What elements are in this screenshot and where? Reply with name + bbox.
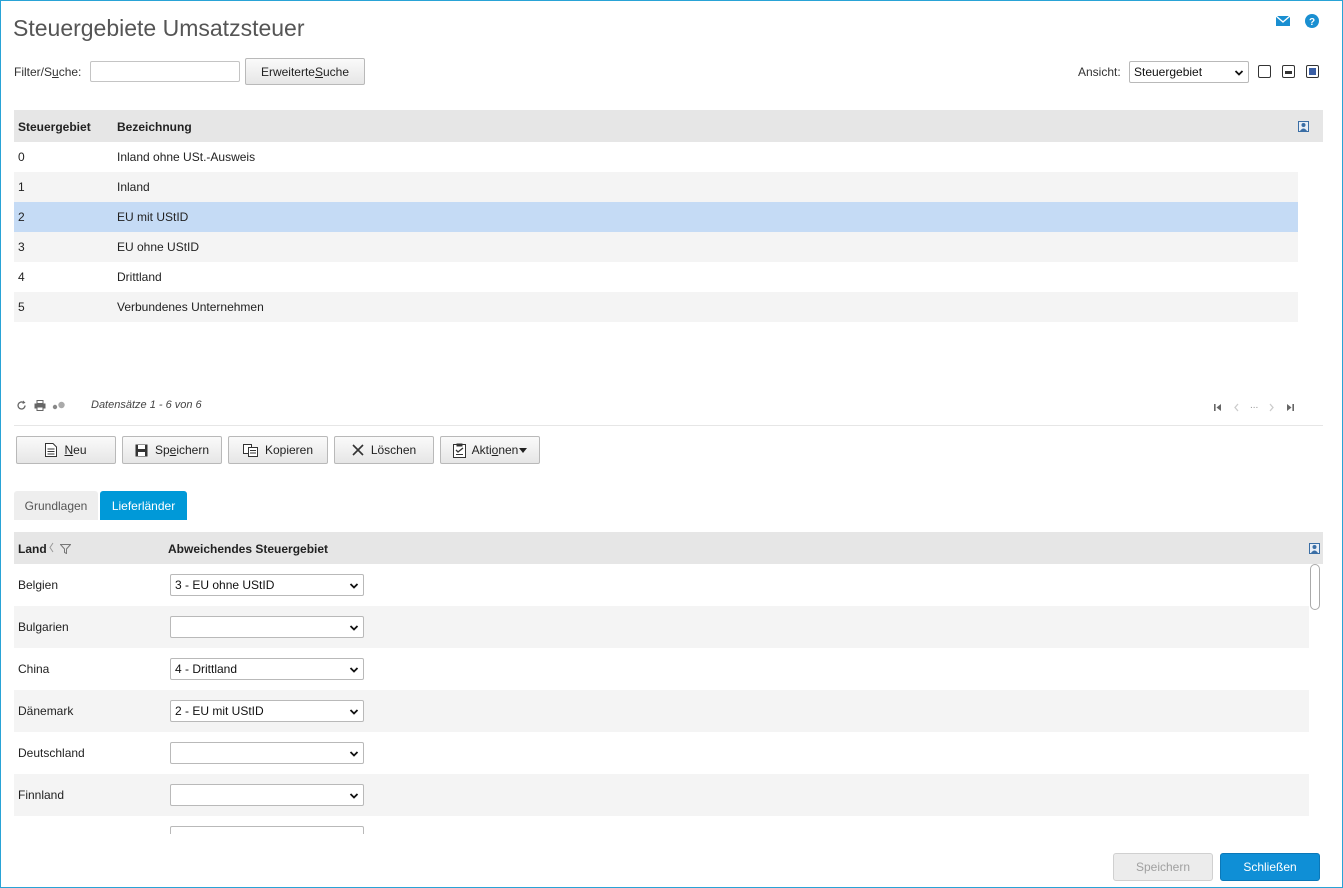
column-header-steuergebiet[interactable]: Steuergebiet xyxy=(18,120,91,134)
column-header-abweichendes-steuergebiet[interactable]: Abweichendes Steuergebiet xyxy=(168,542,328,556)
pager-first-icon[interactable] xyxy=(1213,401,1223,415)
page-title: Steuergebiete Umsatzsteuer xyxy=(13,15,305,41)
sort-icon[interactable] xyxy=(48,542,55,556)
tax-region-select-value: 4 - Drittland xyxy=(175,662,238,676)
tax-region-select[interactable] xyxy=(170,742,364,764)
view-label: Ansicht: xyxy=(1078,65,1121,79)
copy-icon xyxy=(242,443,258,457)
delete-button[interactable]: Löschen xyxy=(334,436,434,464)
tax-region-select[interactable] xyxy=(170,616,364,638)
pager-prev-icon[interactable] xyxy=(1233,401,1240,415)
copy-button[interactable]: Kopieren xyxy=(228,436,328,464)
chevron-down-icon xyxy=(349,748,359,762)
tax-region-select[interactable] xyxy=(170,784,364,806)
row-name: Verbundenes Unternehmen xyxy=(117,300,264,314)
countries-table-body[interactable]: Belgien 3 - EU ohne UStID Bulgarien Chin… xyxy=(0,564,1343,834)
country-name: Finnland xyxy=(18,788,65,802)
main-table-header: Steuergebiet Bezeichnung xyxy=(14,110,1323,142)
row-name: Inland xyxy=(117,180,150,194)
row-code: 5 xyxy=(18,300,25,314)
view-select[interactable]: Steuergebiet xyxy=(1129,61,1249,83)
row-name: Drittland xyxy=(117,270,162,284)
layout-split-icon[interactable] xyxy=(1282,65,1295,78)
country-name: Bulgarien xyxy=(18,620,69,634)
table-row-selected[interactable]: 2 EU mit UStID xyxy=(14,202,1298,232)
chevron-down-icon xyxy=(349,706,359,720)
country-name: China xyxy=(18,662,50,676)
divider xyxy=(14,425,1323,426)
row-code: 2 xyxy=(18,210,25,224)
extended-search-button[interactable]: Erweiterte Suche xyxy=(245,58,365,85)
filter-funnel-icon[interactable] xyxy=(59,543,72,557)
tab-grundlagen[interactable]: Grundlagen xyxy=(14,491,98,520)
column-header-bezeichnung[interactable]: Bezeichnung xyxy=(117,120,192,134)
pager-ellipsis: ... xyxy=(1250,400,1259,411)
table-row[interactable]: Dänemark 2 - EU mit UStID xyxy=(14,690,1309,732)
country-name: Belgien xyxy=(18,578,59,592)
filter-search-input[interactable] xyxy=(90,61,240,82)
tax-region-select[interactable]: 2 - EU mit UStID xyxy=(170,700,364,722)
filter-label: Filter/Suche: xyxy=(14,65,82,79)
column-settings-icon[interactable] xyxy=(1309,543,1320,557)
delete-x-icon xyxy=(352,444,364,456)
help-icon[interactable]: ? xyxy=(1304,13,1320,29)
table-row[interactable]: Deutschland xyxy=(14,732,1309,774)
footer-close-button[interactable]: Schließen xyxy=(1220,853,1320,881)
row-code: 0 xyxy=(18,150,25,164)
settings-dots-icon[interactable] xyxy=(52,400,66,414)
refresh-icon[interactable] xyxy=(16,400,27,414)
chevron-down-icon xyxy=(349,664,359,678)
row-name: EU ohne UStID xyxy=(117,240,200,254)
tax-region-select-value: 2 - EU mit UStID xyxy=(175,704,264,718)
records-count: Datensätze 1 - 6 von 6 xyxy=(91,399,202,411)
tax-region-select-value: 3 - EU ohne UStID xyxy=(175,578,275,592)
table-row[interactable]: China 4 - Drittland xyxy=(14,648,1309,690)
view-select-value: Steuergebiet xyxy=(1134,65,1203,79)
pager-last-icon[interactable] xyxy=(1285,401,1295,415)
row-code: 3 xyxy=(18,240,25,254)
tab-lieferlaender[interactable]: Lieferländer xyxy=(100,491,187,520)
footer-save-button[interactable]: Speichern xyxy=(1113,853,1213,881)
table-row[interactable]: Bulgarien xyxy=(14,606,1309,648)
table-row[interactable]: 1 Inland xyxy=(14,172,1298,202)
country-name: Dänemark xyxy=(18,704,74,718)
tax-region-select[interactable]: 3 - EU ohne UStID xyxy=(170,574,364,596)
save-icon xyxy=(135,444,148,457)
layout-single-icon[interactable] xyxy=(1258,65,1271,78)
table-row[interactable]: 3 EU ohne UStID xyxy=(14,232,1298,262)
mail-icon[interactable] xyxy=(1275,13,1291,29)
chevron-down-icon xyxy=(349,622,359,636)
tax-region-select[interactable] xyxy=(170,826,364,834)
country-name: Deutschland xyxy=(18,746,85,760)
caret-down-icon xyxy=(519,443,528,457)
print-icon[interactable] xyxy=(34,400,46,414)
table-row[interactable]: Belgien 3 - EU ohne UStID xyxy=(14,564,1309,606)
countries-table-header: Land Abweichendes Steuergebiet xyxy=(14,532,1323,564)
svg-text:?: ? xyxy=(1309,17,1315,28)
column-settings-icon[interactable] xyxy=(1298,121,1309,135)
table-row[interactable]: Finnland xyxy=(14,774,1309,816)
table-row[interactable]: 4 Drittland xyxy=(14,262,1298,292)
chevron-down-icon xyxy=(1234,67,1244,81)
table-row[interactable]: 5 Verbundenes Unternehmen xyxy=(14,292,1298,322)
actions-button[interactable]: Aktionen xyxy=(440,436,540,464)
table-row-partial[interactable] xyxy=(14,816,1309,834)
table-row[interactable]: 0 Inland ohne USt.-Ausweis xyxy=(14,142,1298,172)
row-name: Inland ohne USt.-Ausweis xyxy=(117,150,256,164)
tax-region-select[interactable]: 4 - Drittland xyxy=(170,658,364,680)
row-code: 4 xyxy=(18,270,25,284)
scrollbar-thumb[interactable] xyxy=(1310,564,1320,610)
row-name: EU mit UStID xyxy=(117,210,189,224)
chevron-down-icon xyxy=(349,580,359,594)
pager-next-icon[interactable] xyxy=(1268,401,1275,415)
layout-full-icon[interactable] xyxy=(1306,65,1319,78)
clipboard-icon xyxy=(452,443,466,458)
save-button[interactable]: Speichern xyxy=(122,436,222,464)
chevron-down-icon xyxy=(349,790,359,804)
column-header-land[interactable]: Land xyxy=(18,542,47,556)
new-document-icon xyxy=(45,443,58,457)
new-button[interactable]: Neu xyxy=(16,436,116,464)
row-code: 1 xyxy=(18,180,25,194)
